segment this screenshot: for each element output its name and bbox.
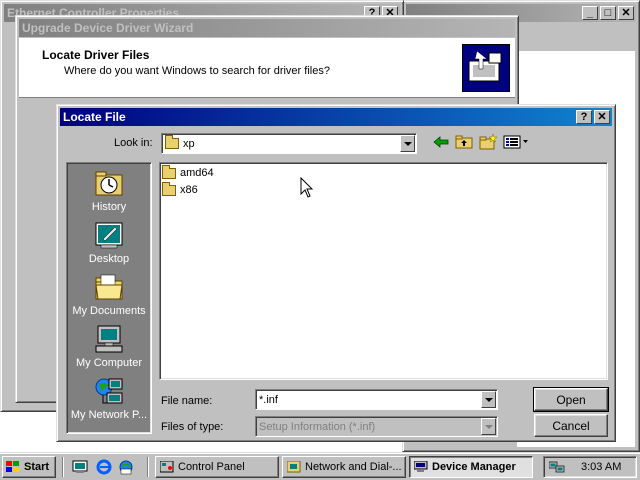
chevron-down-icon	[481, 418, 496, 435]
places-my-computer-label: My Computer	[75, 357, 143, 369]
close-button[interactable]: ✕	[594, 110, 610, 124]
files-of-type-dropdown: Setup Information (*.inf)	[255, 416, 498, 437]
taskbar-item-label: Network and Dial-...	[305, 461, 402, 473]
wizard-graphic-icon	[462, 44, 510, 92]
view-menu-icon[interactable]	[503, 134, 529, 150]
history-icon	[93, 167, 125, 199]
taskbar-item-control-panel[interactable]: Control Panel	[155, 456, 279, 478]
files-of-type-label: Files of type:	[161, 421, 224, 433]
wizard-header: Locate Driver Files Where do you want Wi…	[19, 38, 515, 98]
maximize-button[interactable]: □	[600, 6, 616, 20]
start-label: Start	[24, 461, 50, 473]
file-name-text: x86	[180, 184, 198, 196]
taskbar-item-network[interactable]: Network and Dial-...	[282, 456, 406, 478]
quick-launch-separator	[62, 457, 64, 477]
look-in-label: Look in:	[114, 137, 153, 149]
file-name-value: *.inf	[259, 393, 278, 406]
places-network-label: My Network P...	[70, 409, 148, 421]
help-button[interactable]: ?	[576, 110, 592, 124]
file-name-label: File name:	[161, 395, 213, 407]
wizard-heading: Locate Driver Files	[42, 48, 150, 62]
internet-explorer-icon[interactable]	[96, 459, 112, 475]
my-documents-icon	[93, 271, 125, 303]
network-tray-icon[interactable]	[549, 460, 565, 474]
taskbar-item-label: Control Panel	[178, 461, 245, 473]
folder-icon	[162, 181, 176, 196]
network-places-icon	[93, 375, 125, 407]
chevron-down-icon[interactable]	[400, 135, 415, 152]
places-bar: History Desktop My Documents My Computer…	[66, 162, 152, 434]
folder-icon	[162, 164, 176, 179]
look-in-value: xp	[183, 137, 195, 150]
close-button[interactable]: ✕	[618, 6, 634, 20]
quick-launch-separator	[147, 457, 149, 477]
places-desktop[interactable]: Desktop	[67, 219, 151, 265]
locate-file-dialog: Locate File ? ✕ Look in: xp History Desk…	[56, 104, 616, 442]
locate-file-titlebar[interactable]: Locate File ? ✕	[60, 108, 612, 126]
control-panel-icon	[160, 461, 174, 473]
taskbar-item-label: Device Manager	[432, 461, 516, 473]
places-my-computer[interactable]: My Computer	[67, 323, 151, 369]
file-name-text: amd64	[180, 167, 214, 179]
clock[interactable]: 3:03 AM	[581, 461, 621, 473]
list-item[interactable]: amd64	[162, 164, 214, 179]
wizard-subheading: Where do you want Windows to search for …	[64, 65, 330, 77]
places-my-documents-label: My Documents	[72, 305, 146, 317]
places-history-label: History	[91, 201, 127, 213]
file-name-input[interactable]: *.inf	[255, 389, 498, 410]
places-desktop-label: Desktop	[88, 253, 130, 265]
locate-file-title: Locate File	[63, 110, 126, 124]
up-folder-icon[interactable]	[454, 134, 474, 150]
my-computer-icon	[93, 323, 125, 355]
look-in-dropdown[interactable]: xp	[161, 133, 417, 154]
mouse-cursor-icon	[300, 177, 314, 198]
minimize-button[interactable]: _	[582, 6, 598, 20]
places-history[interactable]: History	[67, 167, 151, 213]
wizard-titlebar[interactable]: Upgrade Device Driver Wizard	[19, 19, 515, 37]
taskbar-item-device-manager[interactable]: Device Manager	[409, 456, 533, 478]
device-manager-icon	[414, 461, 428, 472]
chevron-down-icon[interactable]	[481, 391, 496, 408]
back-icon[interactable]	[431, 134, 451, 150]
network-connections-icon	[287, 461, 301, 473]
taskbar: Start Control Panel Network and Dial-...…	[0, 452, 640, 480]
places-my-documents[interactable]: My Documents	[67, 271, 151, 317]
new-folder-icon[interactable]	[478, 134, 498, 150]
wizard-title: Upgrade Device Driver Wizard	[22, 21, 194, 35]
cancel-button[interactable]: Cancel	[534, 414, 608, 437]
files-of-type-value: Setup Information (*.inf)	[259, 420, 376, 433]
open-button[interactable]: Open	[533, 387, 609, 412]
start-button[interactable]: Start	[2, 456, 56, 478]
show-desktop-icon[interactable]	[72, 460, 88, 474]
system-tray: 3:03 AM	[543, 456, 637, 478]
folder-icon	[165, 135, 179, 149]
places-network[interactable]: My Network P...	[67, 375, 151, 421]
file-list[interactable]: amd64 x86	[159, 162, 608, 380]
desktop-icon	[93, 219, 125, 251]
list-item[interactable]: x86	[162, 181, 198, 196]
windows-logo-icon	[6, 461, 19, 472]
outlook-express-icon[interactable]	[118, 459, 134, 475]
